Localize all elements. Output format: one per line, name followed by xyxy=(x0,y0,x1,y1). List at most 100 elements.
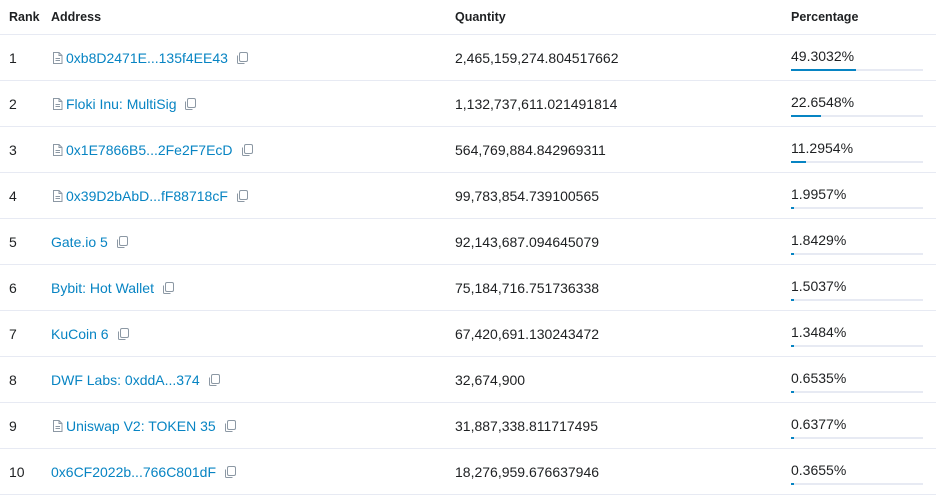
percentage-cell: 0.6377% xyxy=(783,413,936,439)
address-cell: 0xb8D2471E...135f4EE43 xyxy=(43,50,449,66)
rank-cell: 3 xyxy=(9,141,17,158)
copy-icon[interactable] xyxy=(207,373,221,387)
percentage-bar-fill xyxy=(791,344,795,347)
rank-cell: 5 xyxy=(9,233,17,250)
quantity-cell: 67,420,691.130243472 xyxy=(455,325,600,342)
address-cell: Bybit: Hot Wallet xyxy=(43,280,449,296)
contract-file-icon xyxy=(53,143,63,156)
address-link[interactable]: 0x6CF2022b...766C801dF xyxy=(51,464,216,480)
rank-cell: 8 xyxy=(9,371,17,388)
rank-cell: 6 xyxy=(9,279,17,296)
address-cell: Uniswap V2: TOKEN 35 xyxy=(43,418,449,434)
address-link[interactable]: DWF Labs: 0xddA...374 xyxy=(51,372,200,388)
address-link[interactable]: 0xb8D2471E...135f4EE43 xyxy=(66,50,228,66)
percentage-bar-track xyxy=(791,114,923,117)
table-header: Rank Address Quantity Percentage xyxy=(0,0,936,35)
quantity-cell: 99,783,854.739100565 xyxy=(455,187,600,204)
copy-icon[interactable] xyxy=(223,465,237,479)
address-link[interactable]: Uniswap V2: TOKEN 35 xyxy=(66,418,216,434)
address-link[interactable]: KuCoin 6 xyxy=(51,326,109,342)
percentage-bar-track xyxy=(791,298,923,301)
quantity-cell: 75,184,716.751736338 xyxy=(455,279,600,296)
copy-icon[interactable] xyxy=(240,143,254,157)
percentage-value: 1.8429% xyxy=(791,231,847,248)
table-body: 1 0xb8D2471E...135f4EE43 2,465,159,274.804… xyxy=(0,35,936,495)
percentage-value: 1.9957% xyxy=(791,185,847,202)
address-cell: Gate.io 5 xyxy=(43,234,449,250)
percentage-cell: 11.2954% xyxy=(783,137,936,163)
percentage-bar-fill xyxy=(791,114,821,117)
percentage-cell: 1.8429% xyxy=(783,229,936,255)
table-row: 4 0x39D2bAbD...fF88718cF 99,783,854.739100… xyxy=(0,173,936,219)
table-row: 1 0xb8D2471E...135f4EE43 2,465,159,274.804… xyxy=(0,35,936,81)
rank-cell: 4 xyxy=(9,187,17,204)
percentage-value: 1.5037% xyxy=(791,277,847,294)
copy-icon[interactable] xyxy=(183,97,197,111)
address-cell: 0x1E7866B5...2Fe2F7EcD xyxy=(43,142,449,158)
percentage-bar-fill xyxy=(791,160,806,163)
contract-file-icon xyxy=(53,419,63,432)
address-cell: DWF Labs: 0xddA...374 xyxy=(43,372,449,388)
percentage-bar-fill xyxy=(791,436,795,439)
header-quantity: Quantity xyxy=(455,10,506,24)
table-row: 5 Gate.io 5 92,143,687.094645079 1.8429% xyxy=(0,219,936,265)
address-link[interactable]: Gate.io 5 xyxy=(51,234,108,250)
percentage-bar-track xyxy=(791,68,923,71)
copy-icon[interactable] xyxy=(115,235,129,249)
quantity-cell: 92,143,687.094645079 xyxy=(455,233,600,250)
percentage-bar-track xyxy=(791,482,923,485)
header-address: Address xyxy=(51,10,102,24)
percentage-bar-fill xyxy=(791,390,795,393)
percentage-bar-track xyxy=(791,344,923,347)
percentage-value: 11.2954% xyxy=(791,139,854,156)
rank-cell: 1 xyxy=(9,49,17,66)
percentage-value: 0.3655% xyxy=(791,461,847,478)
table-row: 3 0x1E7866B5...2Fe2F7EcD 564,769,884.84296… xyxy=(0,127,936,173)
percentage-bar-fill xyxy=(791,68,857,71)
percentage-cell: 22.6548% xyxy=(783,91,936,117)
percentage-bar-track xyxy=(791,436,923,439)
percentage-value: 22.6548% xyxy=(791,93,855,110)
quantity-cell: 2,465,159,274.804517662 xyxy=(455,49,619,66)
percentage-cell: 1.3484% xyxy=(783,321,936,347)
copy-icon[interactable] xyxy=(235,51,249,65)
address-cell: KuCoin 6 xyxy=(43,326,449,342)
percentage-bar-fill xyxy=(791,252,795,255)
contract-file-icon xyxy=(53,189,63,202)
copy-icon[interactable] xyxy=(235,189,249,203)
percentage-cell: 0.6535% xyxy=(783,367,936,393)
quantity-cell: 1,132,737,611.021491814 xyxy=(455,95,618,112)
percentage-bar-track xyxy=(791,206,923,209)
quantity-cell: 31,887,338.811717495 xyxy=(455,417,598,434)
percentage-value: 0.6377% xyxy=(791,415,847,432)
table-row: 6 Bybit: Hot Wallet 75,184,716.751736338 1.… xyxy=(0,265,936,311)
copy-icon[interactable] xyxy=(223,419,237,433)
percentage-bar-fill xyxy=(791,298,795,301)
quantity-cell: 564,769,884.842969311 xyxy=(455,141,606,158)
address-link[interactable]: Bybit: Hot Wallet xyxy=(51,280,154,296)
percentage-bar-track xyxy=(791,160,923,163)
address-cell: 0x6CF2022b...766C801dF xyxy=(43,464,449,480)
table-row: 10 0x6CF2022b...766C801dF 18,276,959.67663… xyxy=(0,449,936,495)
rank-cell: 10 xyxy=(9,463,25,480)
address-link[interactable]: Floki Inu: MultiSig xyxy=(66,96,176,112)
percentage-value: 1.3484% xyxy=(791,323,847,340)
percentage-cell: 49.3032% xyxy=(783,45,936,71)
table-row: 9 Uniswap V2: TOKEN 35 31,887,338.81171749… xyxy=(0,403,936,449)
copy-icon[interactable] xyxy=(116,327,130,341)
percentage-cell: 1.5037% xyxy=(783,275,936,301)
header-percentage: Percentage xyxy=(791,10,859,24)
table-row: 2 Floki Inu: MultiSig 1,132,737,611.021491… xyxy=(0,81,936,127)
address-cell: 0x39D2bAbD...fF88718cF xyxy=(43,188,449,204)
percentage-cell: 0.3655% xyxy=(783,459,936,485)
holders-table: Rank Address Quantity Percentage 1 0xb8D2… xyxy=(0,0,936,495)
rank-cell: 7 xyxy=(9,325,17,342)
percentage-cell: 1.9957% xyxy=(783,183,936,209)
rank-cell: 2 xyxy=(9,95,17,112)
address-link[interactable]: 0x1E7866B5...2Fe2F7EcD xyxy=(66,142,233,158)
table-row: 8 DWF Labs: 0xddA...374 32,674,900 0.6535% xyxy=(0,357,936,403)
rank-cell: 9 xyxy=(9,417,17,434)
address-link[interactable]: 0x39D2bAbD...fF88718cF xyxy=(66,188,228,204)
copy-icon[interactable] xyxy=(161,281,175,295)
address-cell: Floki Inu: MultiSig xyxy=(43,96,449,112)
